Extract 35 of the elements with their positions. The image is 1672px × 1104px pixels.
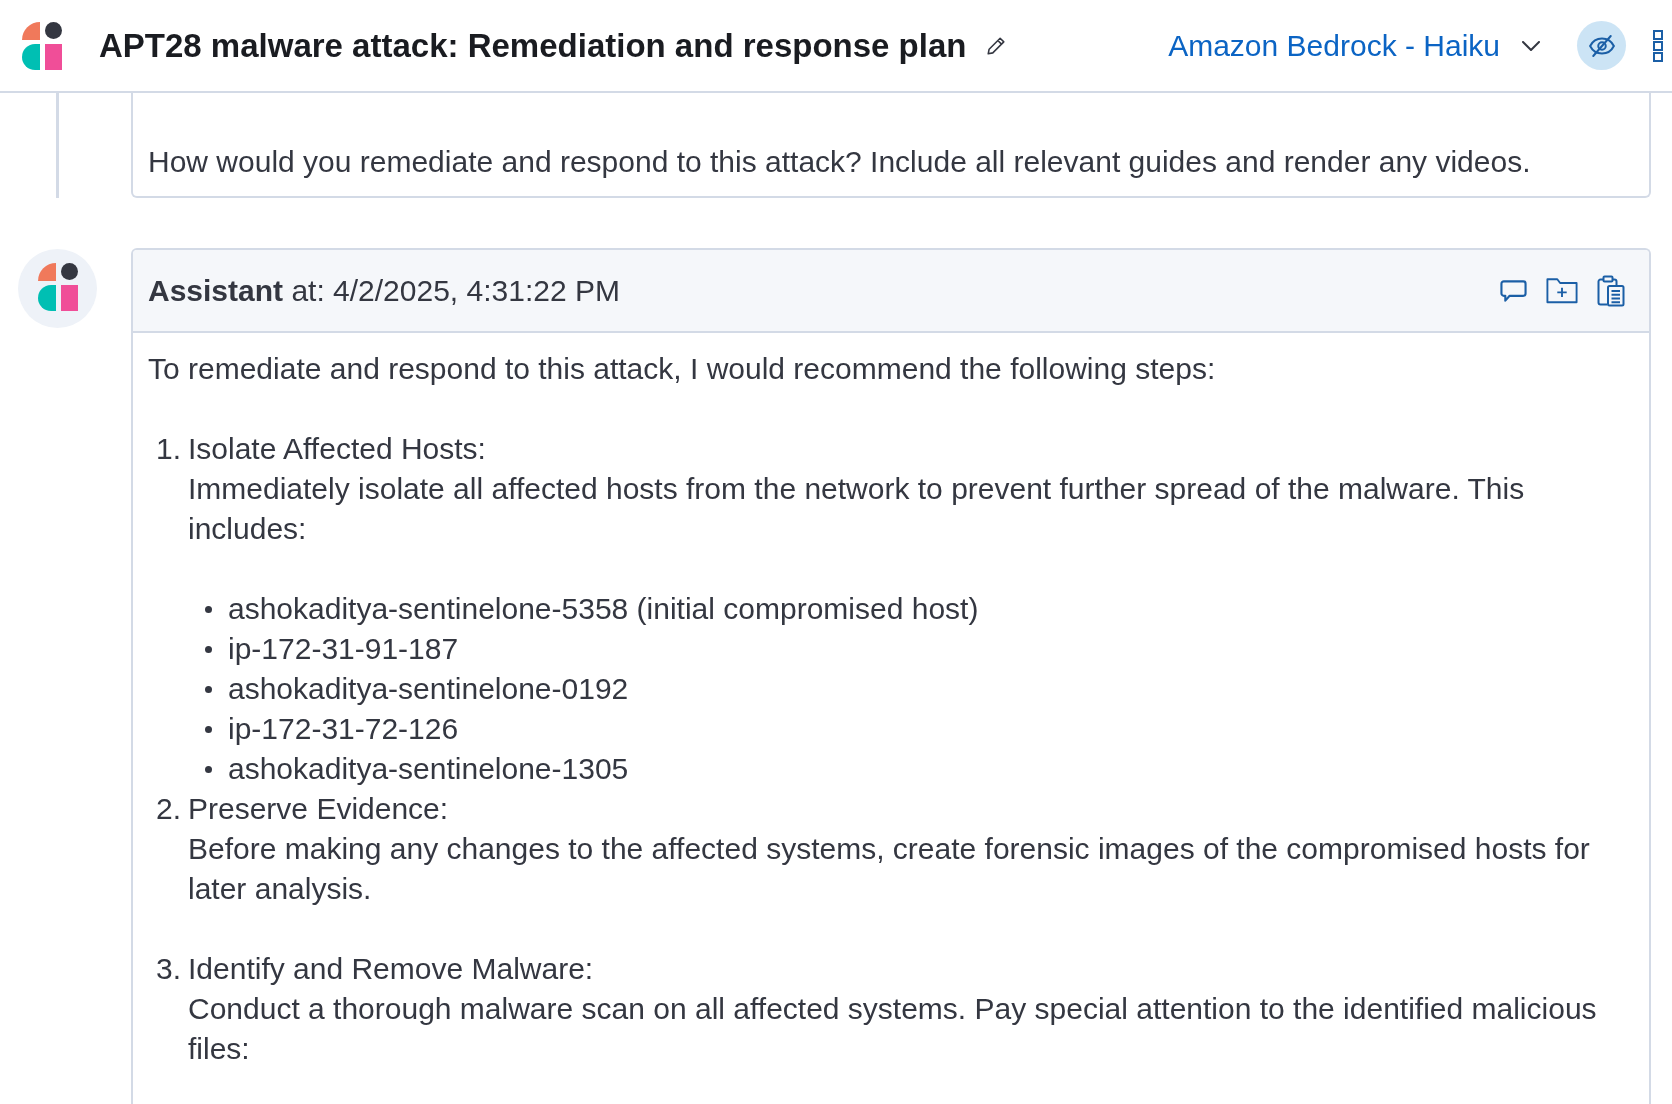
- message-byline: Assistant at: 4/2/2025, 4:31:22 PM: [148, 272, 620, 309]
- bullet-icon: [205, 605, 212, 613]
- step-description: Immediately isolate all affected hosts from the network to prevent further spread of the malware. This includes:: [188, 471, 1526, 547]
- list-number: 2.: [155, 791, 183, 827]
- assistant-avatar-icon: [18, 249, 97, 328]
- list-item-text: ip-172-31-91-187: [228, 631, 459, 667]
- eye-toggle-button[interactable]: [1577, 21, 1626, 70]
- comment-button[interactable]: [1499, 277, 1528, 304]
- list-number: 3.: [155, 951, 183, 987]
- bullet-icon: [205, 725, 212, 733]
- clipboard-icon: [1597, 274, 1625, 307]
- conversation-title: APT28 malware attack: Remediation and response plan: [99, 25, 967, 66]
- step-description: Conduct a thorough malware scan on all affected systems. Pay special attention to the identified malicious files:: [188, 991, 1598, 1067]
- list-item-text: ashokaditya-sentinelone-5358 (initial compromised host): [228, 591, 979, 627]
- logo-icon: [22, 21, 62, 70]
- response-paragraph: To remediate and respond to this attack, I would recommend the following steps:: [148, 351, 1217, 387]
- squares-icon[interactable]: [1653, 29, 1663, 62]
- message-text: How would you remediate and respond to this attack? Include all relevant guides and render any videos.: [148, 144, 1532, 180]
- model-selector[interactable]: Amazon Bedrock - Haiku: [1168, 25, 1540, 66]
- list-item-text: ashokaditya-sentinelone-0192: [228, 671, 629, 707]
- folder-plus-icon: [1546, 277, 1578, 304]
- copy-button[interactable]: [1596, 273, 1626, 308]
- step-title: Identify and Remove Malware:: [188, 951, 595, 987]
- chevron-down-icon: [1522, 40, 1540, 51]
- list-number: 1.: [155, 431, 183, 467]
- speech-bubble-icon: [1500, 278, 1527, 303]
- bullet-icon: [205, 645, 212, 653]
- step-description: Before making any changes to the affected systems, create forensic images of the compromised hosts for later analysis.: [188, 831, 1591, 907]
- step-title: Isolate Affected Hosts:: [188, 431, 487, 467]
- list-item-text: ashokaditya-sentinelone-1305: [228, 751, 629, 787]
- add-to-folder-button[interactable]: [1545, 276, 1579, 305]
- step-title: Preserve Evidence:: [188, 791, 450, 827]
- bullet-icon: [205, 765, 212, 773]
- list-item-text: ip-172-31-72-126: [228, 711, 459, 747]
- bullet-icon: [205, 685, 212, 693]
